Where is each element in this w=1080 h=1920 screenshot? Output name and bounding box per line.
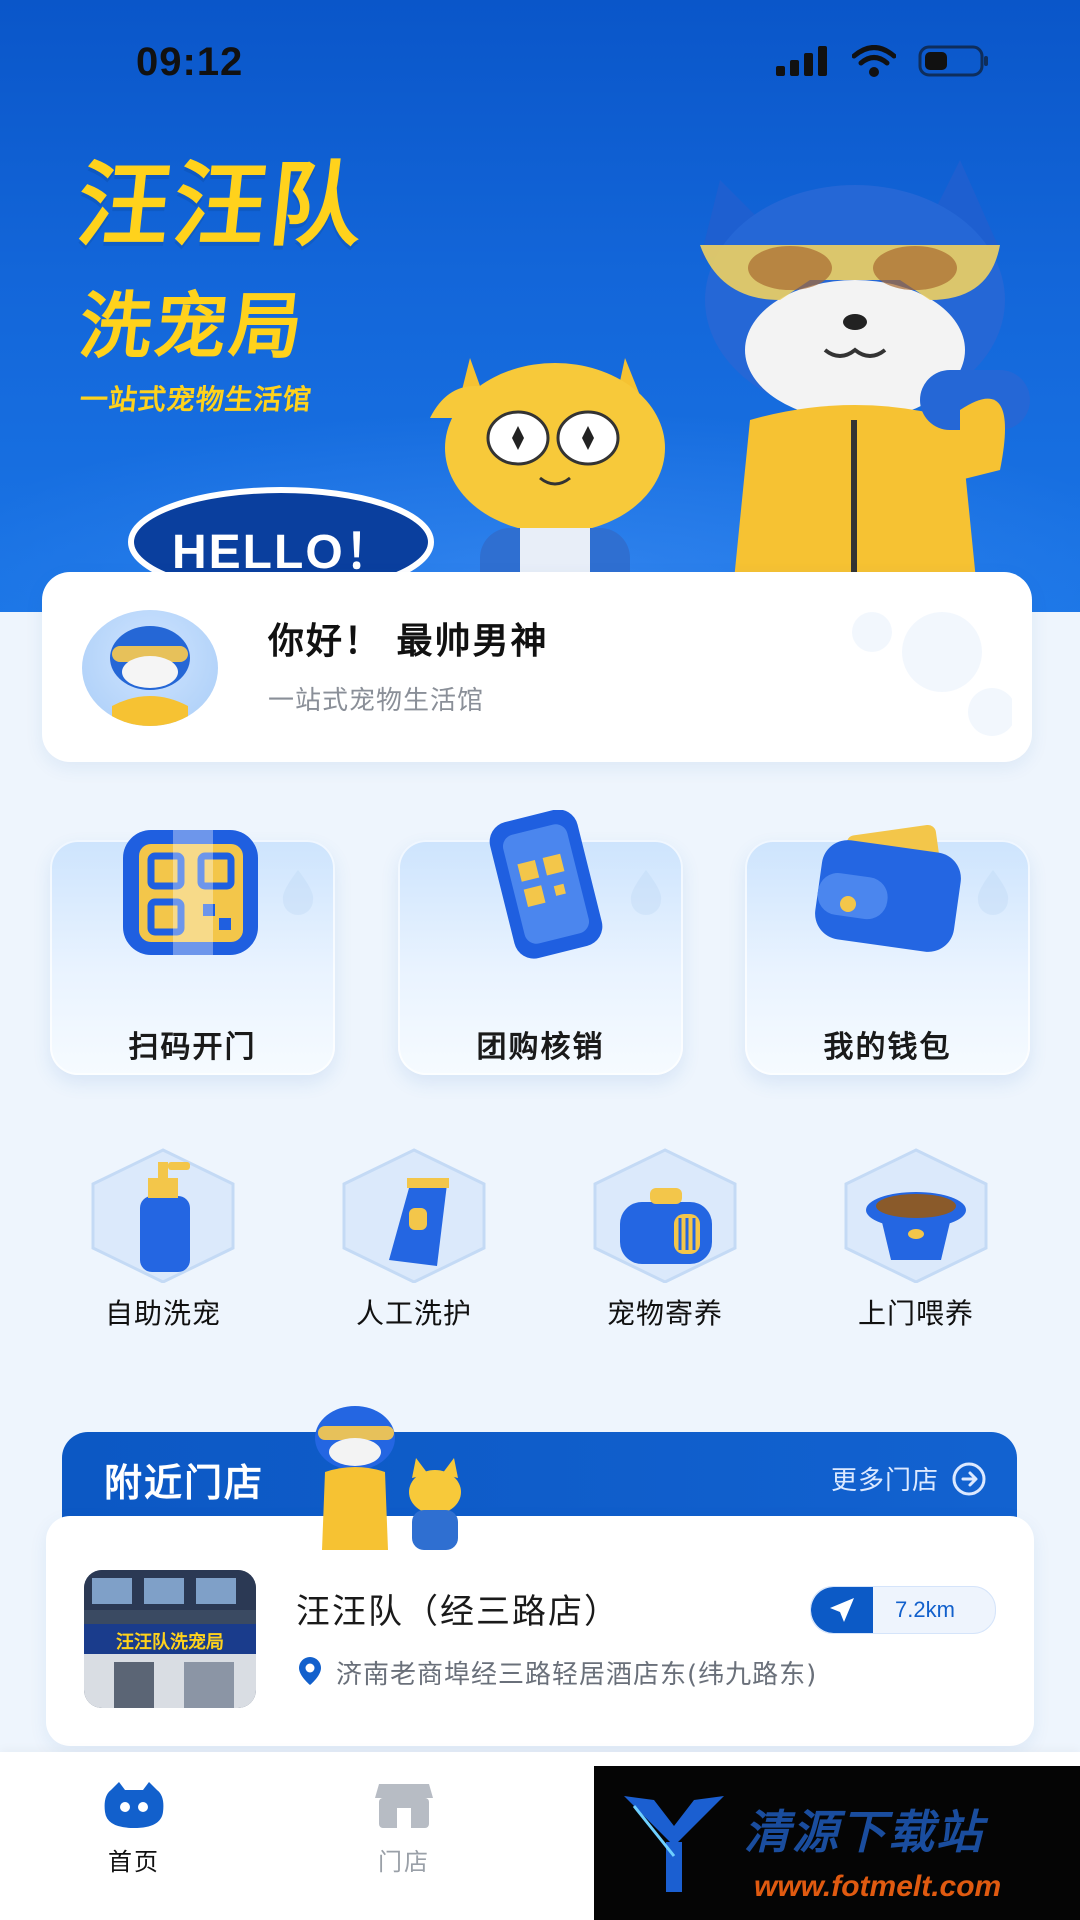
location-pin-icon: [299, 1657, 321, 1685]
drop-decoration-icon: [282, 870, 314, 915]
quick-action-scan-door[interactable]: 扫码开门: [50, 830, 335, 1075]
clipper-icon: [342, 1148, 486, 1283]
navigation-arrow-icon: [830, 1598, 854, 1622]
greeting-card[interactable]: 你好！ 最帅男神 一站式宠物生活馆: [42, 572, 1032, 762]
watermark-url: www.fotmelt.com: [754, 1870, 1002, 1903]
quick-action-wallet[interactable]: 我的钱包: [745, 824, 1030, 1075]
service-boarding[interactable]: 宠物寄养: [540, 1140, 790, 1340]
quick-action-label: 扫码开门: [128, 1030, 257, 1065]
qr-scan-icon: [122, 830, 258, 955]
store-icon: [375, 1784, 433, 1828]
watermark-overlay: 清源下载站 www.fotmelt.com: [594, 1766, 1080, 1920]
service-self-wash[interactable]: 自助洗宠: [38, 1140, 288, 1340]
watermark-logo-icon: [624, 1796, 724, 1892]
wifi-icon: [852, 45, 896, 77]
paw-decoration-icon: [852, 612, 1012, 736]
distance-value: 7.2km: [895, 1597, 955, 1622]
status-icons: [776, 44, 990, 78]
store-address: 济南老商埠经三路轻居酒店东(纬九路东): [336, 1660, 818, 1690]
yellow-cat-mascot-icon: [430, 358, 665, 612]
distance-badge[interactable]: 7.2km: [810, 1586, 996, 1634]
greeting-title: 你好！ 最帅男神: [268, 621, 549, 662]
service-label: 宠物寄养: [606, 1297, 723, 1330]
nearby-stores-header: 附近门店 更多门店: [62, 1432, 1017, 1524]
nav-home-label: 首页: [108, 1848, 160, 1876]
avatar[interactable]: [82, 610, 218, 726]
service-label: 人工洗护: [355, 1297, 472, 1330]
more-stores-label: 更多门店: [830, 1466, 939, 1496]
store-photo[interactable]: 汪汪队洗宠局: [84, 1570, 256, 1708]
watermark-text: 清源下载站: [744, 1805, 984, 1859]
blue-helmet-mascot-icon: [700, 160, 1030, 612]
store-card[interactable]: 汪汪队洗宠局 汪汪队（经三路店） 7.2km 济南老商埠经三路轻居酒店东(纬九路…: [46, 1516, 1034, 1746]
store-name: 汪汪队（经三路店）: [296, 1592, 620, 1632]
hero-banner: 09:12 汪汪队 洗宠局 一站式宠物生活馆 HELLO！: [0, 0, 1080, 612]
phone-qr-icon: [489, 810, 602, 959]
nearby-stores-title: 附近门店: [104, 1461, 265, 1505]
quick-action-label: 我的钱包: [823, 1030, 952, 1065]
food-bowl-icon: [844, 1148, 988, 1283]
wallet-icon: [814, 824, 961, 952]
home-mascot-icon: [104, 1782, 164, 1828]
greeting-subtitle: 一站式宠物生活馆: [268, 686, 485, 716]
quick-action-group-buy[interactable]: 团购核销: [398, 810, 683, 1075]
status-time: 09:12: [136, 40, 244, 84]
arrow-circle-right-icon: [952, 1462, 986, 1495]
nav-stores-label: 门店: [378, 1848, 430, 1876]
service-label: 上门喂养: [857, 1297, 974, 1330]
drop-decoration-icon: [630, 870, 662, 915]
shampoo-bottle-icon: [91, 1148, 235, 1283]
signal-icon: [776, 46, 827, 76]
mascot-avatar-icon: [110, 626, 190, 726]
quick-action-label: 团购核销: [476, 1030, 605, 1065]
more-stores-link[interactable]: 更多门店: [831, 1460, 987, 1497]
service-manual-care[interactable]: 人工洗护: [289, 1140, 539, 1340]
brand-subtitle: 洗宠局: [75, 284, 310, 368]
pet-carrier-icon: [593, 1148, 737, 1283]
service-home-feeding[interactable]: 上门喂养: [791, 1140, 1041, 1340]
service-grid: 自助洗宠 人工洗护 宠物寄养 上门喂养: [0, 1140, 1080, 1340]
battery-icon: [918, 45, 988, 77]
brand-tagline: 一站式宠物生活馆: [78, 383, 314, 416]
nav-home[interactable]: 首页: [64, 1780, 204, 1877]
nav-stores[interactable]: 门店: [334, 1780, 474, 1877]
mascot-duo-icon: [315, 1406, 461, 1550]
store-sign-text: 汪汪队洗宠局: [116, 1632, 224, 1653]
brand-title: 汪汪队: [72, 152, 372, 259]
navigation-arrow: [811, 1587, 873, 1633]
service-label: 自助洗宠: [104, 1297, 221, 1330]
status-bar: 09:12: [0, 0, 1080, 130]
drop-decoration-icon: [977, 870, 1009, 915]
quick-actions: 扫码开门 团购核销 我的钱包: [0, 810, 1080, 1090]
